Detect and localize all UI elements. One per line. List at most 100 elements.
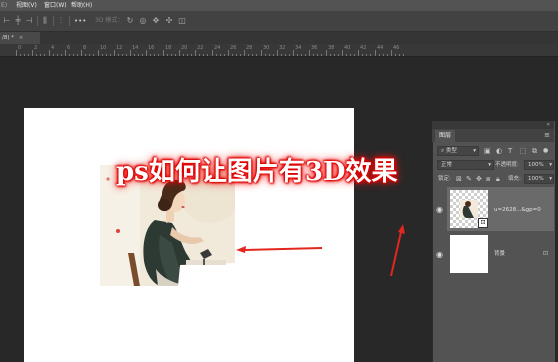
scale-3d-icon[interactable]: ◫: [178, 17, 186, 25]
ruler-label: 22: [197, 45, 204, 51]
ruler-minor-tick: [28, 54, 29, 56]
ruler-tick: [391, 50, 392, 56]
ruler-minor-tick: [387, 54, 388, 56]
ruler-label: 46: [393, 45, 400, 51]
collapse-icon[interactable]: «: [546, 121, 550, 129]
ruler-minor-tick: [150, 54, 151, 56]
ruler-label: 34: [295, 45, 302, 51]
ruler-minor-tick: [53, 54, 54, 56]
eye-icon[interactable]: ◉: [436, 205, 443, 215]
lock-paint-icon[interactable]: ✎: [466, 175, 472, 183]
ruler-tick: [293, 50, 294, 56]
layer-row-background[interactable]: 背景 ⊡: [447, 233, 554, 275]
ruler-tick: [358, 50, 359, 56]
ruler-label: 40: [344, 45, 351, 51]
filter-shape-icon[interactable]: ⬚: [520, 147, 527, 155]
layer-name[interactable]: u=2628...&gp=0: [494, 206, 541, 214]
ruler-minor-tick: [362, 54, 363, 56]
lock-icon: ⊡: [543, 250, 549, 257]
lock-label: 锁定:: [438, 176, 451, 182]
tab-layers[interactable]: 图层: [435, 130, 456, 142]
menu-item-edit[interactable]: E): [1, 0, 7, 11]
ruler-minor-tick: [191, 54, 192, 56]
ruler-minor-tick: [273, 54, 274, 56]
menu-item-view[interactable]: 视图(V): [16, 0, 37, 11]
blend-mode-select[interactable]: 正常 ▾: [437, 160, 494, 170]
opacity-field[interactable]: 100% ▾: [524, 160, 554, 170]
align-center-icon[interactable]: ╪: [14, 17, 22, 25]
ruler-minor-tick: [366, 54, 367, 56]
ruler-minor-tick: [167, 54, 168, 56]
panel-menu-icon[interactable]: ≡: [544, 131, 550, 139]
ruler-label: 24: [214, 45, 221, 51]
ruler-minor-tick: [301, 54, 302, 56]
filter-toggle-icon[interactable]: ●: [543, 147, 548, 155]
ruler-label: 42: [360, 45, 367, 51]
ruler-tick: [342, 50, 343, 56]
ruler-minor-tick: [106, 54, 107, 56]
align-left-icon[interactable]: ⊢: [3, 17, 11, 25]
more-icon[interactable]: •••: [74, 17, 86, 25]
layer-filter-select[interactable]: ⌕ 类型 ▾: [437, 146, 479, 156]
ruler-minor-tick: [240, 54, 241, 56]
lock-artboard-icon[interactable]: ⧈: [486, 175, 490, 183]
ruler-minor-tick: [102, 54, 103, 56]
drag-3d-icon[interactable]: ✥: [152, 17, 160, 25]
filter-pixel-icon[interactable]: ▣: [484, 147, 491, 155]
ruler-tick: [375, 50, 376, 56]
ruler-minor-tick: [334, 54, 335, 56]
ruler-minor-tick: [134, 54, 135, 56]
eye-icon[interactable]: ◉: [436, 250, 443, 260]
ruler-label: 0: [18, 45, 22, 51]
ruler-minor-tick: [73, 54, 74, 56]
ruler-minor-tick: [399, 54, 400, 56]
filter-smart-icon[interactable]: ⧉: [532, 147, 537, 155]
ruler-tick: [98, 50, 99, 56]
ruler-minor-tick: [350, 54, 351, 56]
align-right-icon[interactable]: ⊣: [25, 17, 33, 25]
lock-position-icon[interactable]: ✥: [476, 175, 482, 183]
ruler-minor-tick: [110, 54, 111, 56]
ruler-minor-tick: [183, 54, 184, 56]
ruler-minor-tick: [395, 54, 396, 56]
lock-transparent-icon[interactable]: ⊠: [456, 175, 462, 183]
panel-top-bar: «: [432, 121, 554, 129]
fill-value: 100%: [528, 176, 544, 182]
ruler-minor-tick: [154, 54, 155, 56]
menu-item-window[interactable]: 窗口(W): [44, 0, 67, 11]
filter-type-icon[interactable]: T: [508, 147, 512, 155]
ruler-tick: [228, 50, 229, 56]
close-icon[interactable]: ×: [19, 35, 24, 41]
layers-panel-tabrow: 图层 ≡: [432, 129, 554, 142]
layer-row-image[interactable]: ⊡ u=2628...&gp=0: [447, 187, 554, 231]
ruler-minor-tick: [203, 54, 204, 56]
distribute-vertical-icon[interactable]: ⫶: [57, 17, 65, 25]
roll-3d-icon[interactable]: ◎: [139, 17, 147, 25]
mode-3d-label: 3D 模式：: [95, 17, 124, 24]
ruler-minor-tick: [158, 54, 159, 56]
overlay-title: ps如何让图片有3D效果: [116, 157, 398, 187]
rotate-3d-icon[interactable]: ↻: [126, 17, 134, 25]
ruler-label: 4: [51, 45, 55, 51]
fill-field[interactable]: 100% ▾: [524, 174, 554, 184]
document-tab-label: /8) *: [2, 35, 14, 41]
document-tab[interactable]: /8) * ×: [0, 32, 40, 44]
ruler-label: 30: [263, 45, 270, 51]
ruler-minor-tick: [171, 54, 172, 56]
ruler-minor-tick: [93, 54, 94, 56]
layer-thumbnail: [450, 235, 488, 273]
ruler-minor-tick: [256, 54, 257, 56]
distribute-icon[interactable]: ⫼: [41, 17, 49, 25]
ruler-minor-tick: [40, 54, 41, 56]
layer-name[interactable]: 背景: [494, 250, 505, 258]
menu-bar: E) 视图(V) 窗口(W) 帮助(H): [0, 0, 558, 11]
menu-item-help[interactable]: 帮助(H): [71, 0, 92, 11]
lock-all-icon[interactable]: 🔒︎: [496, 175, 500, 183]
ruler-minor-tick: [138, 54, 139, 56]
ruler-minor-tick: [236, 54, 237, 56]
ruler-label: 12: [116, 45, 123, 51]
ruler-tick: [326, 50, 327, 56]
filter-adjust-icon[interactable]: ◐: [496, 147, 502, 155]
opacity-value: 100%: [528, 162, 544, 168]
slide-3d-icon[interactable]: ✣: [165, 17, 173, 25]
